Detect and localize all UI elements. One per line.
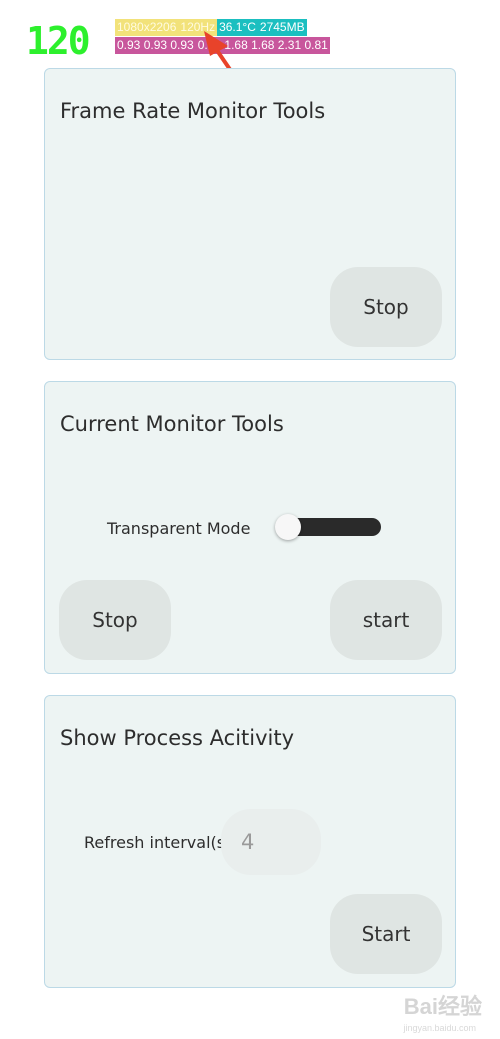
hud-load-b: 0.93 1.68 1.68 2.31 0.81 [195,37,330,54]
transparent-mode-label: Transparent Mode [107,519,251,538]
current-monitor-title: Current Monitor Tools [60,412,284,436]
refresh-interval-label: Refresh interval(s): [84,833,237,852]
frame-rate-title: Frame Rate Monitor Tools [60,99,326,123]
baidu-watermark: Bai经验 [403,994,482,1019]
fps-counter: 120 [26,19,91,63]
transparent-mode-toggle[interactable] [275,512,381,542]
current-start-button[interactable]: start [330,580,442,660]
current-stop-button[interactable]: Stop [59,580,171,660]
toggle-knob [275,514,301,540]
refresh-interval-input[interactable] [221,809,321,875]
process-start-button[interactable]: Start [330,894,442,974]
baidu-watermark-url: jingyan.baidu.com [403,1023,476,1033]
hud-memory: 2745MB [257,19,307,36]
hud-temperature: 36.1°C [217,19,258,36]
frame-rate-card: Frame Rate Monitor Tools Stop [44,68,456,360]
process-activity-title: Show Process Acitivity [60,726,295,750]
hud-refresh-rate: 120Hz [178,19,218,36]
hud-resolution: 1080x2206 [115,19,179,36]
process-activity-card: Show Process Acitivity Refresh interval(… [44,695,456,988]
current-monitor-card: Current Monitor Tools Transparent Mode S… [44,381,456,674]
hud-row-device-info: 1080x2206 120Hz 36.1°C 2745MB [115,19,307,36]
hud-row-cpu-load: 0.93 0.93 0.93 0.93 1.68 1.68 2.31 0.81 [115,37,330,54]
hud-load-a: 0.93 0.93 0.93 [115,37,196,54]
frame-rate-stop-button[interactable]: Stop [330,267,442,347]
